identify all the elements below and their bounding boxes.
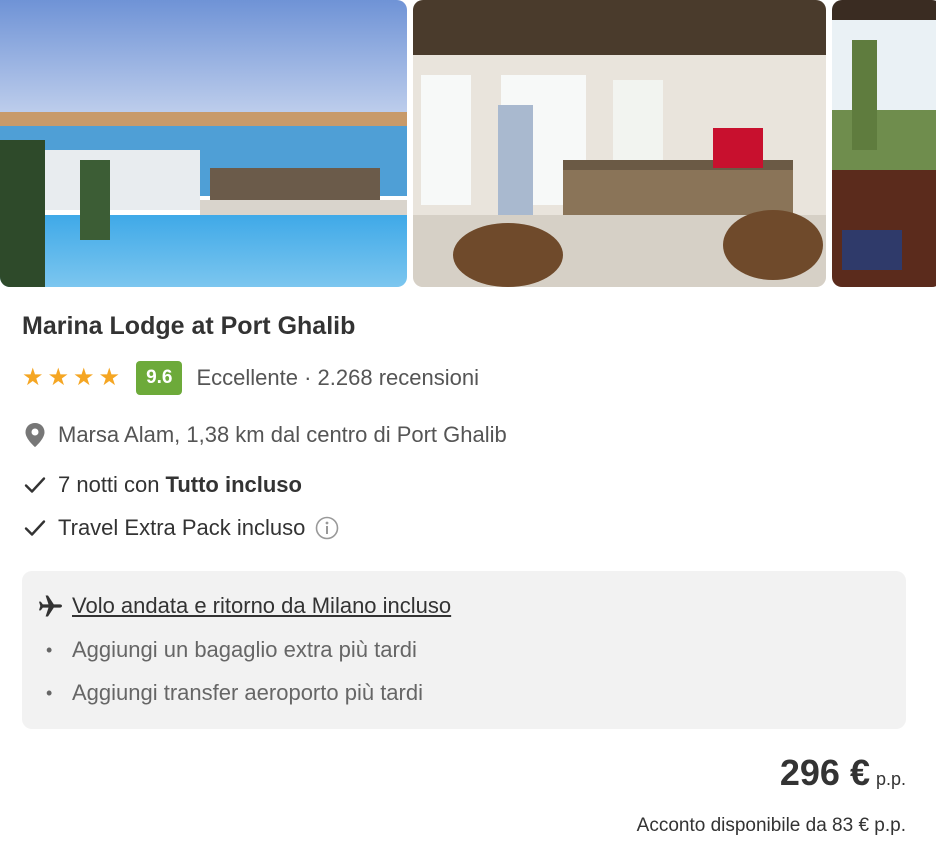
photo-gallery <box>0 0 936 288</box>
feature-extra-pack: Travel Extra Pack incluso <box>24 515 339 541</box>
nights-text: 7 notti con <box>58 472 160 497</box>
price-unit: p.p. <box>875 769 906 789</box>
list-item: • Aggiungi un bagaglio extra più tardi <box>46 637 417 663</box>
review-score-badge: 9.6 <box>136 361 183 395</box>
location-text: Marsa Alam, 1,38 km dal centro di Port G… <box>58 422 507 447</box>
hotel-name[interactable]: Marina Lodge at Port Ghalib <box>22 312 355 341</box>
list-item: • Aggiungi transfer aeroporto più tardi <box>46 680 423 706</box>
star-icon: ★ <box>47 364 70 391</box>
check-icon <box>24 477 46 493</box>
check-icon <box>24 520 46 536</box>
extra-pack-text: Travel Extra Pack incluso <box>58 515 306 540</box>
gallery-photo-lobby-bar[interactable] <box>413 0 826 287</box>
hotel-location: Marsa Alam, 1,38 km dal centro di Port G… <box>24 422 507 448</box>
board-type: Tutto incluso <box>165 472 302 497</box>
extra-baggage-text: Aggiungi un bagaglio extra più tardi <box>72 637 417 662</box>
review-summary: Eccellente · 2.268 recensioni <box>196 365 479 390</box>
bullet-icon: • <box>46 639 53 660</box>
bullet-icon: • <box>46 682 53 703</box>
flight-info-box: Volo andata e ritorno da Milano incluso … <box>22 571 906 729</box>
star-icon: ★ <box>98 364 121 391</box>
deposit-text: Acconto disponibile da 83 € p.p. <box>636 815 906 836</box>
star-icon: ★ <box>22 364 44 391</box>
feature-board: 7 notti con Tutto incluso <box>24 472 302 498</box>
airplane-icon <box>39 595 62 617</box>
flight-main: Volo andata e ritorno da Milano incluso <box>38 593 451 619</box>
location-pin-icon <box>25 423 45 447</box>
airport-transfer-text: Aggiungi transfer aeroporto più tardi <box>72 680 423 705</box>
price-value: 296 € <box>779 752 870 793</box>
info-icon[interactable] <box>315 516 339 540</box>
flight-details-link[interactable]: Volo andata e ritorno da Milano incluso <box>72 593 451 619</box>
price: 296 € p.p. <box>780 752 906 794</box>
gallery-photo-lounge[interactable] <box>832 0 936 287</box>
star-icon: ★ <box>73 364 95 391</box>
gallery-photo-marina-pool[interactable] <box>0 0 407 287</box>
star-rating: ★ ★ ★ ★ <box>22 366 120 390</box>
rating-row: ★ ★ ★ ★ 9.6 Eccellente · 2.268 recension… <box>22 361 479 395</box>
